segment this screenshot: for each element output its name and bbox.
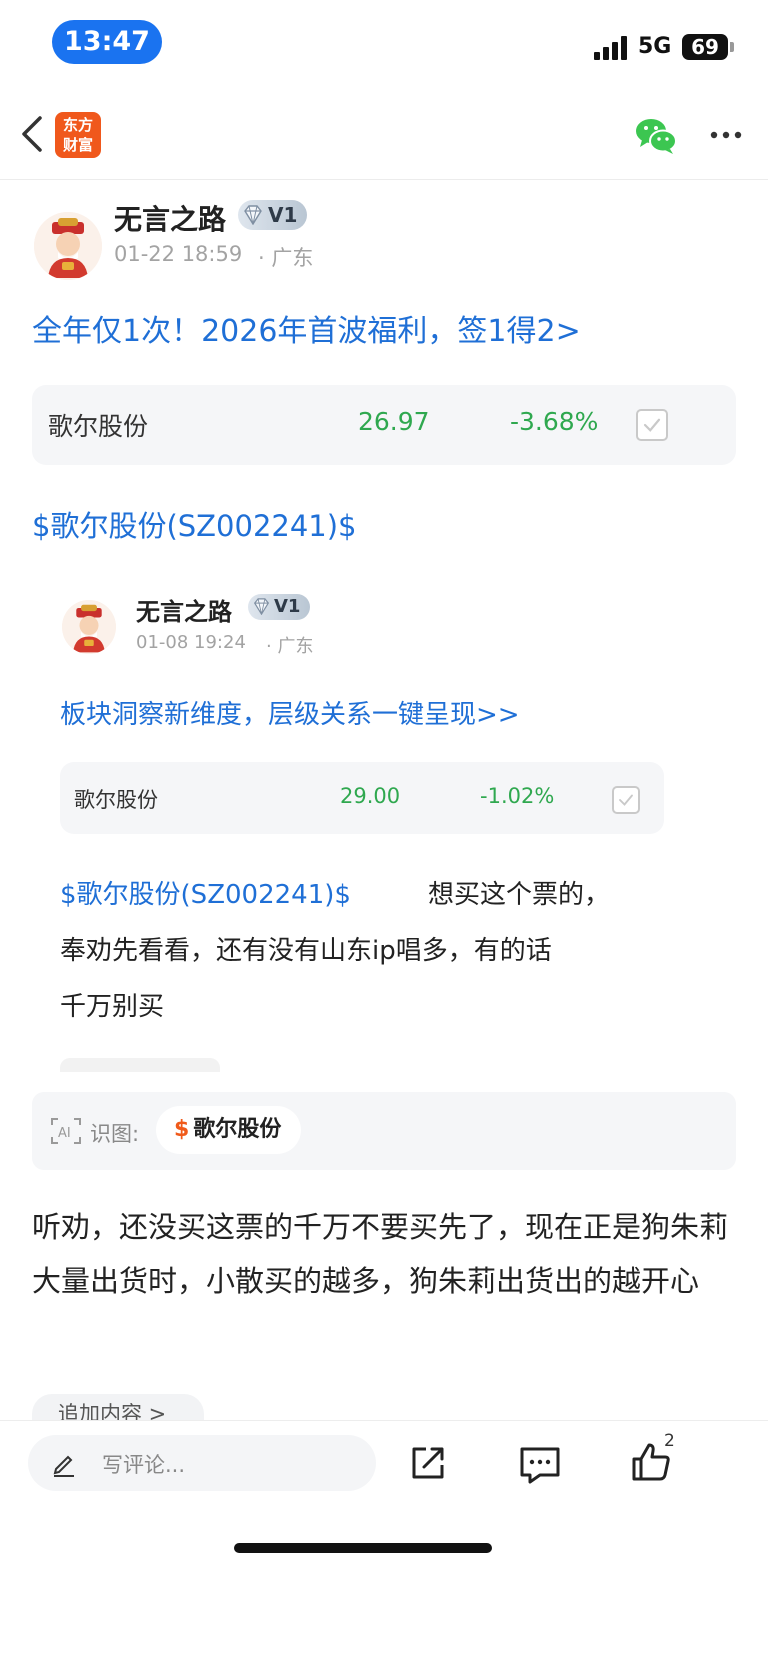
- battery-icon: 69: [682, 34, 728, 60]
- ai-scan-icon: AI: [51, 1118, 81, 1144]
- comment-input[interactable]: 写评论...: [28, 1435, 376, 1491]
- diamond-icon: [244, 205, 262, 225]
- quoted-stock-change: -1.02%: [480, 784, 555, 808]
- quoted-stock-card[interactable]: 歌尔股份 29.00 -1.02%: [60, 762, 664, 834]
- add-watchlist-check[interactable]: [636, 409, 668, 441]
- status-time: 13:47: [52, 20, 162, 64]
- quoted-add-watchlist-check[interactable]: [612, 786, 640, 814]
- quoted-author-name[interactable]: 无言之路: [136, 592, 232, 627]
- author-name[interactable]: 无言之路: [114, 198, 226, 238]
- author-avatar[interactable]: [34, 212, 102, 280]
- ai-chip-text: 歌尔股份: [193, 1117, 282, 1142]
- network-type: 5G: [638, 34, 672, 59]
- wechat-icon[interactable]: [634, 116, 678, 156]
- more-icon[interactable]: [708, 120, 744, 150]
- vip-badge: V1: [238, 200, 308, 230]
- logo-text-bottom: 财富: [62, 136, 93, 154]
- quoted-post-location: · 广东: [266, 636, 314, 657]
- stock-tag-link[interactable]: $歌尔股份(SZ002241)$: [32, 503, 357, 545]
- share-icon[interactable]: [408, 1443, 448, 1483]
- diamond-icon: [253, 598, 270, 615]
- ai-recognition-bar: AI 识图: $ 歌尔股份: [32, 1092, 736, 1170]
- quoted-content-cutoff: [60, 1058, 220, 1072]
- pen-icon: [53, 1455, 74, 1477]
- quoted-stock-tag-link[interactable]: $歌尔股份(SZ002241)$: [60, 874, 351, 911]
- post-date: 01-22 18:59: [114, 242, 243, 266]
- status-bar: 13:47 5G 69: [0, 0, 768, 90]
- vip-level: V1: [268, 203, 298, 227]
- stock-price: 26.97: [358, 407, 430, 436]
- stock-name: 歌尔股份: [48, 412, 149, 441]
- quoted-text-line-2: 奉劝先看看，还有没有山东ip唱多，有的话: [60, 936, 552, 966]
- ai-label: 识图:: [90, 1122, 140, 1146]
- logo-text-top: 东方: [62, 116, 93, 134]
- post-location: · 广东: [258, 246, 314, 270]
- quoted-text-line-1: 想买这个票的，: [428, 880, 611, 910]
- quoted-author-avatar[interactable]: [62, 600, 116, 654]
- nav-bar: 东方 财富: [0, 92, 768, 180]
- signal-icon: [594, 36, 630, 60]
- quoted-stock-price: 29.00: [340, 784, 401, 808]
- stock-card[interactable]: 歌尔股份 26.97 -3.68%: [32, 385, 736, 465]
- check-icon: [643, 418, 661, 432]
- quoted-stock-name: 歌尔股份: [74, 788, 158, 812]
- avatar-figure-icon: [34, 212, 102, 280]
- bottom-action-bar: 写评论... 2: [0, 1420, 768, 1663]
- ai-stock-chip[interactable]: $ 歌尔股份: [156, 1106, 302, 1154]
- check-icon: [619, 794, 633, 806]
- quoted-vip-level: V1: [274, 596, 301, 617]
- battery-tip: [730, 42, 734, 52]
- ai-chip-symbol: $: [174, 1117, 190, 1142]
- post-body-text: 听劝，还没买这票的千万不要买先了，现在正是狗朱莉大量出货时，小散买的越多，狗朱莉…: [32, 1210, 729, 1298]
- quoted-text-line-3: 千万别买: [60, 992, 165, 1022]
- avatar-figure-icon: [62, 600, 116, 654]
- comment-icon[interactable]: [518, 1445, 562, 1485]
- svg-text:AI: AI: [58, 1126, 71, 1141]
- back-icon[interactable]: [18, 112, 48, 156]
- quoted-post-date: 01-08 19:24: [136, 632, 246, 653]
- app-logo[interactable]: 东方 财富: [55, 112, 101, 158]
- promo-link[interactable]: 全年仅1次！2026年首波福利，签1得2>: [32, 306, 581, 350]
- quoted-promo-link[interactable]: 板块洞察新维度，层级关系一键呈现>>: [60, 694, 520, 731]
- stock-change: -3.68%: [510, 407, 599, 436]
- like-count: 2: [664, 1431, 675, 1451]
- quoted-vip-badge: V1: [248, 594, 311, 620]
- home-indicator: [234, 1543, 492, 1553]
- comment-placeholder: 写评论...: [102, 1453, 186, 1477]
